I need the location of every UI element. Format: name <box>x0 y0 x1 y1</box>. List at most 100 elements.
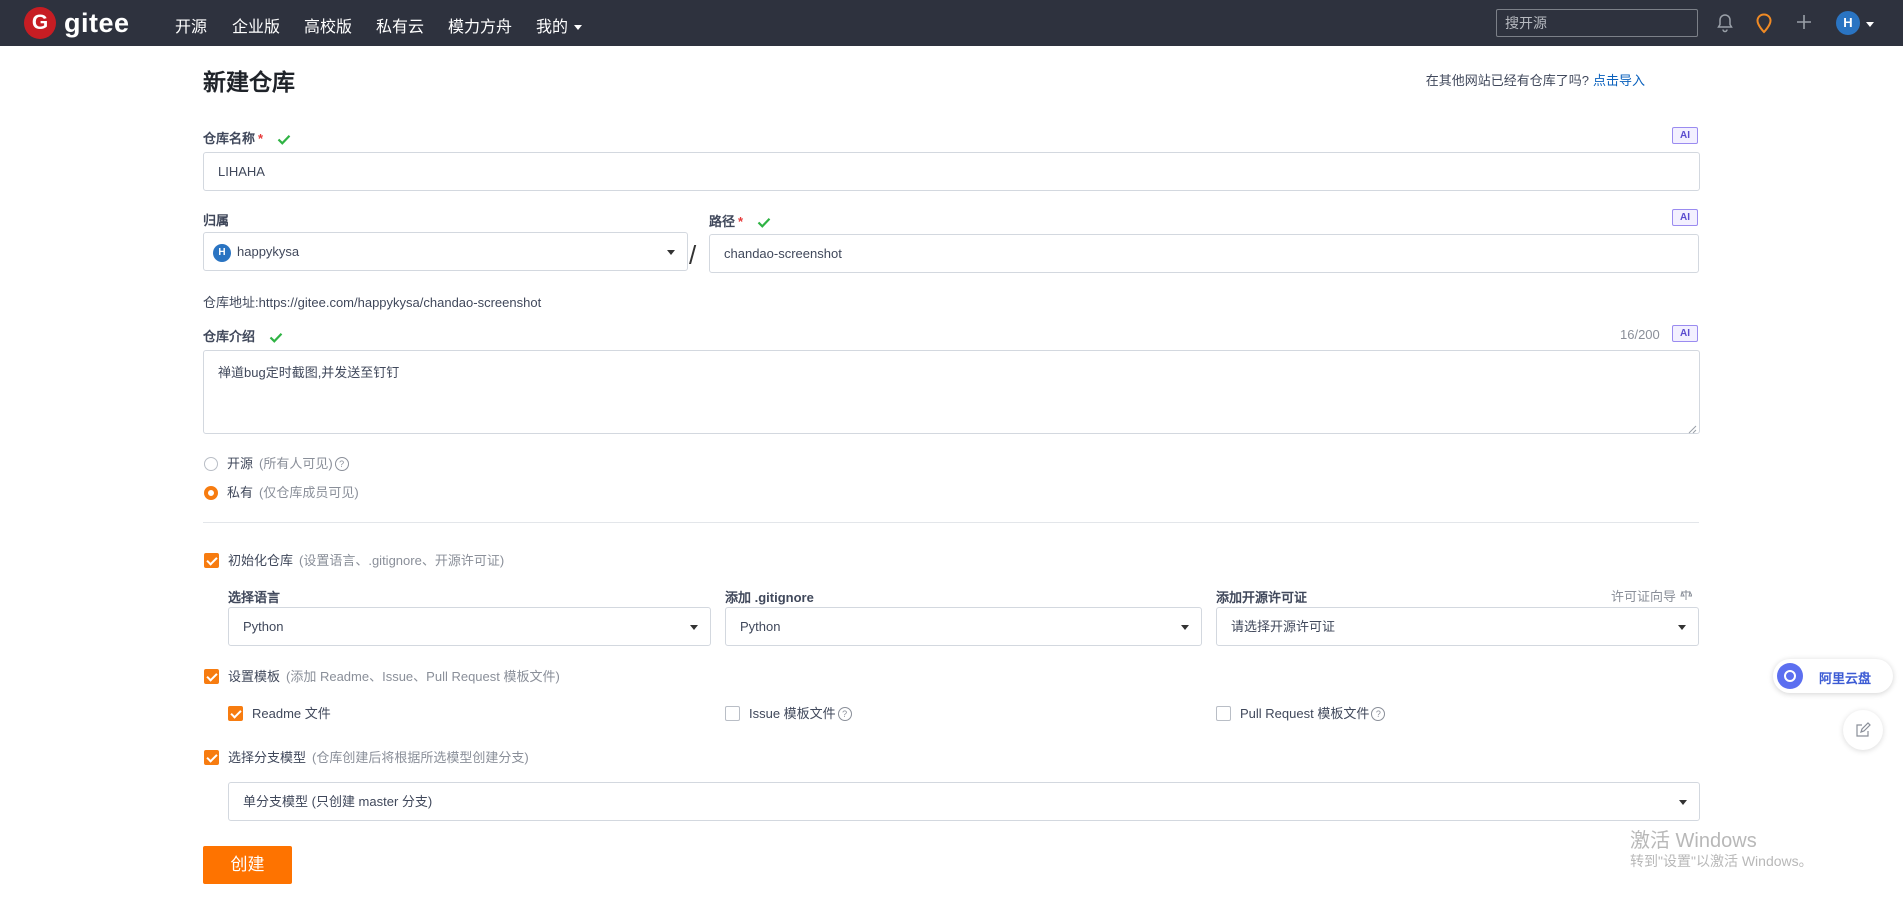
nav-item-enterprise[interactable]: 企业版 <box>232 13 280 37</box>
visibility-public-label: 开源 <box>227 456 254 471</box>
path-label: 路径 * <box>709 211 771 231</box>
gitignore-select[interactable]: Python <box>725 607 1202 646</box>
issue-template-checkbox[interactable] <box>725 706 740 721</box>
gitignore-value: Python <box>740 619 781 634</box>
owner-label: 归属 <box>203 213 230 228</box>
edit-icon <box>1855 722 1871 741</box>
visibility-public-option[interactable]: 开源 (所有人可见)? <box>204 453 349 472</box>
branch-model-label: 选择分支模型 <box>228 750 307 765</box>
plus-icon[interactable] <box>1795 13 1813 34</box>
readme-option[interactable]: Readme 文件 <box>228 703 331 722</box>
branch-model-hint: (仓库创建后将根据所选模型创建分支) <box>312 750 529 765</box>
aliyun-drive-widget[interactable]: 阿里云盘 <box>1773 659 1893 693</box>
nav-item-moli[interactable]: 模力方舟 <box>448 13 512 37</box>
windows-activation-title: 激活 Windows <box>1630 830 1757 852</box>
init-repo-label: 初始化仓库 <box>228 553 294 568</box>
branch-model-value: 单分支模型 (只创建 master 分支) <box>243 794 433 809</box>
template-hint: (添加 Readme、Issue、Pull Request 模板文件) <box>286 669 560 684</box>
chevron-down-icon <box>1679 799 1687 805</box>
nav-item-mine-label: 我的 <box>536 19 569 36</box>
template-checkbox[interactable] <box>204 669 219 684</box>
repo-address-url: https://gitee.com/happykysa/chandao-scre… <box>258 295 542 310</box>
issue-template-label: Issue 模板文件 <box>749 706 836 721</box>
pr-template-label: Pull Request 模板文件 <box>1240 706 1370 721</box>
visibility-private-label: 私有 <box>227 485 254 500</box>
owner-select[interactable]: Hhappykysa <box>203 232 688 271</box>
ai-badge-path[interactable]: AI <box>1672 209 1698 226</box>
chevron-down-icon <box>667 249 675 255</box>
import-question: 在其他网站已经有仓库了吗? <box>1425 73 1589 88</box>
visibility-private-hint: (仅仓库成员可见) <box>259 485 359 500</box>
chevron-down-icon <box>690 624 698 630</box>
branch-model-checkbox[interactable] <box>204 750 219 765</box>
intro-label-text: 仓库介绍 <box>203 329 256 344</box>
radio-public[interactable] <box>204 457 218 471</box>
gitee-logo[interactable]: G gitee <box>24 7 130 39</box>
issue-template-option[interactable]: Issue 模板文件? <box>725 703 852 722</box>
nav-item-mine[interactable]: 我的 <box>536 13 583 37</box>
ai-badge-intro[interactable]: AI <box>1672 325 1698 342</box>
license-value: 请选择开源许可证 <box>1231 619 1336 634</box>
repo-name-input[interactable]: LIHAHA <box>203 152 1700 191</box>
help-icon[interactable]: ? <box>334 457 349 471</box>
intro-textarea[interactable]: 禅道bug定时截图,并发送至钉钉 <box>203 350 1700 434</box>
scale-icon <box>1680 589 1693 604</box>
init-repo-option[interactable]: 初始化仓库 (设置语言、.gitignore、开源许可证) <box>204 550 504 569</box>
chevron-down-icon <box>1181 624 1189 630</box>
search-input[interactable]: 搜开源 <box>1496 9 1698 37</box>
owner-value: happykysa <box>237 244 300 259</box>
user-avatar[interactable]: H <box>1836 11 1860 35</box>
nav-item-open-source[interactable]: 开源 <box>175 13 207 37</box>
nav-item-private-cloud[interactable]: 私有云 <box>376 13 424 37</box>
license-select[interactable]: 请选择开源许可证 <box>1216 607 1699 646</box>
ai-badge-repo-name[interactable]: AI <box>1672 127 1698 144</box>
pr-template-checkbox[interactable] <box>1216 706 1231 721</box>
chevron-down-icon <box>574 25 583 31</box>
init-repo-checkbox[interactable] <box>204 553 219 568</box>
readme-checkbox[interactable] <box>228 706 243 721</box>
help-icon[interactable]: ? <box>837 707 852 721</box>
template-option[interactable]: 设置模板 (添加 Readme、Issue、Pull Request 模板文件) <box>204 666 560 685</box>
page-title: 新建仓库 <box>203 69 295 95</box>
aliyun-drive-icon <box>1777 663 1803 689</box>
template-label: 设置模板 <box>228 669 281 684</box>
create-button[interactable]: 创建 <box>203 846 292 884</box>
nav-item-education[interactable]: 高校版 <box>304 13 352 37</box>
check-icon <box>269 331 283 346</box>
check-icon <box>757 216 771 231</box>
repo-name-label-text: 仓库名称 <box>203 131 256 146</box>
repo-name-label: 仓库名称 * <box>203 128 291 148</box>
location-pin-icon[interactable] <box>1755 13 1773 37</box>
language-value: Python <box>243 619 284 634</box>
repo-address: 仓库地址:https://gitee.com/happykysa/chandao… <box>203 292 541 311</box>
bell-icon[interactable] <box>1716 13 1734 36</box>
branch-model-option[interactable]: 选择分支模型 (仓库创建后将根据所选模型创建分支) <box>204 747 529 766</box>
intro-label: 仓库介绍 <box>203 326 283 346</box>
required-mark: * <box>258 131 264 146</box>
import-link[interactable]: 点击导入 <box>1593 73 1645 88</box>
license-label: 添加开源许可证 <box>1216 590 1308 605</box>
readme-label: Readme 文件 <box>252 706 331 721</box>
resize-handle-icon[interactable] <box>1688 422 1697 437</box>
language-label: 选择语言 <box>228 590 281 605</box>
license-guide-link[interactable]: 许可证向导 <box>1611 586 1693 605</box>
gitee-logo-icon: G <box>24 7 56 39</box>
help-icon[interactable]: ? <box>1371 707 1386 721</box>
import-prompt: 在其他网站已经有仓库了吗? 点击导入 <box>1426 70 1645 89</box>
gitee-logo-text: gitee <box>64 7 130 38</box>
branch-model-select[interactable]: 单分支模型 (只创建 master 分支) <box>228 782 1700 821</box>
path-separator: / <box>689 240 697 270</box>
pr-template-option[interactable]: Pull Request 模板文件? <box>1216 703 1386 722</box>
language-select[interactable]: Python <box>228 607 711 646</box>
path-input[interactable]: chandao-screenshot <box>709 234 1699 273</box>
visibility-private-option[interactable]: 私有 (仅仓库成员可见) <box>204 482 359 501</box>
license-guide-text: 许可证向导 <box>1611 589 1677 604</box>
radio-private[interactable] <box>204 486 218 500</box>
chevron-down-icon[interactable] <box>1866 22 1874 27</box>
intro-counter: 16/200 <box>1620 327 1660 342</box>
top-navbar: G gitee 开源 企业版 高校版 私有云 模力方舟 我的 搜开源 H <box>0 0 1903 46</box>
section-divider <box>203 522 1699 523</box>
gitignore-label: 添加 .gitignore <box>725 590 814 605</box>
feedback-button[interactable] <box>1843 710 1883 750</box>
aliyun-drive-label: 阿里云盘 <box>1819 671 1872 686</box>
